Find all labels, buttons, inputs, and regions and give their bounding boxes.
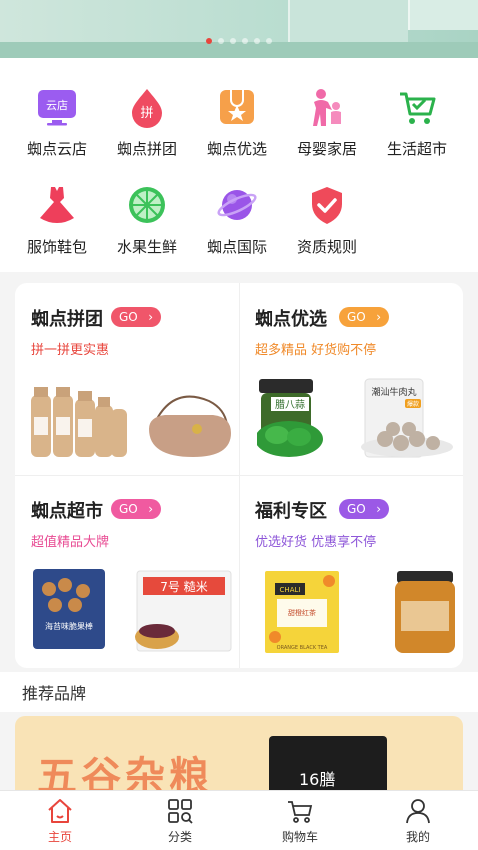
svg-text:云店: 云店 (46, 98, 68, 112)
svg-text:爆款: 爆款 (407, 400, 419, 408)
tab-label: 我的 (405, 830, 430, 844)
brand-product-text: 16膳 (299, 770, 336, 789)
promo-title: 蜘点超市 (31, 501, 103, 522)
category-label: 蜘点云店 (26, 140, 87, 158)
chevron-right-icon: › (376, 502, 381, 516)
category-preferred[interactable]: 蜘点优选 (192, 84, 282, 159)
section-title: 推荐品牌 (22, 684, 87, 703)
category-grid: 云店 蜘点云店 拼 蜘点拼团 蜘点优选 母婴家居 生活超市 服饰鞋包 水果生鲜 … (0, 58, 478, 272)
mother-baby-icon (304, 84, 350, 130)
product-image-pickle-and-meatballs: 腊八蒜 潮汕牛肉丸 爆款 (257, 378, 453, 458)
svg-text:甜橙红茶: 甜橙红茶 (288, 608, 316, 617)
category-label: 资质规则 (296, 238, 357, 256)
banner-decor (408, 0, 478, 30)
svg-text:CHALI: CHALI (280, 586, 301, 594)
go-button[interactable]: GO › (111, 499, 161, 519)
carousel-dot[interactable] (218, 38, 224, 44)
fruit-icon (124, 182, 170, 228)
category-label: 母婴家居 (296, 140, 357, 158)
tab-label: 主页 (47, 830, 72, 844)
promo-title: 福利专区 (255, 501, 327, 522)
promo-group-buy[interactable]: 蜘点拼团 GO › 拼一拼更实惠 (15, 283, 239, 475)
promo-card: 蜘点拼团 GO › 拼一拼更实惠 蜘点优选 GO › 超多精品 好货购不停 腊八… (15, 283, 463, 668)
promo-subtitle: 优选好货 优惠享不停 (255, 535, 377, 550)
category-label: 服饰鞋包 (26, 238, 87, 256)
dress-icon (34, 182, 80, 228)
promo-supermarket[interactable]: 蜘点超市 GO › 超值精品大牌 海苔味脆果棒 7号 糙米 (15, 475, 239, 667)
tab-cart[interactable]: 购物车 (260, 797, 340, 845)
product-image-tea-and-honey: CHALI 甜橙红茶 ORANGE BLACK TEA (265, 571, 455, 653)
svg-text:潮汕牛肉丸: 潮汕牛肉丸 (371, 386, 416, 398)
category-group-buy[interactable]: 拼 蜘点拼团 (102, 84, 192, 159)
tab-category[interactable]: 分类 (140, 797, 220, 845)
carousel-indicator (0, 38, 478, 44)
tab-label: 购物车 (281, 830, 318, 844)
bottom-tab-bar: 主页 分类 购物车 我的 (0, 790, 478, 850)
promo-welfare[interactable]: 福利专区 GO › 优选好货 优惠享不停 CHALI 甜橙红茶 ORANGE BL… (239, 475, 463, 667)
tab-home[interactable]: 主页 (20, 797, 100, 845)
preferred-icon (214, 84, 260, 130)
svg-text:ORANGE BLACK TEA: ORANGE BLACK TEA (277, 645, 328, 651)
go-button[interactable]: GO › (111, 307, 161, 327)
cart-icon (260, 797, 340, 825)
product-image-snack-and-rice: 海苔味脆果棒 7号 糙米 (33, 569, 232, 652)
banner-decor (288, 0, 408, 42)
brand-banner-text: 五谷杂粮 (37, 754, 213, 796)
category-mother-baby[interactable]: 母婴家居 (282, 84, 372, 159)
tab-label: 分类 (167, 830, 192, 844)
category-icon (140, 797, 220, 825)
chevron-right-icon: › (148, 310, 153, 324)
category-apparel[interactable]: 服饰鞋包 (12, 182, 102, 257)
promo-preferred[interactable]: 蜘点优选 GO › 超多精品 好货购不停 腊八蒜 潮汕牛肉丸 爆款 (239, 283, 463, 475)
category-supermarket[interactable]: 生活超市 (372, 84, 462, 159)
carousel-dot[interactable] (206, 38, 212, 44)
tab-profile[interactable]: 我的 (378, 797, 458, 845)
svg-text:拼: 拼 (140, 106, 153, 121)
svg-text:海苔味脆果棒: 海苔味脆果棒 (45, 621, 93, 631)
category-fruit[interactable]: 水果生鲜 (102, 182, 192, 257)
category-label: 生活超市 (386, 140, 447, 158)
cloud-store-icon: 云店 (34, 84, 80, 130)
go-button[interactable]: GO › (339, 499, 389, 519)
promo-title: 蜘点拼团 (31, 309, 103, 330)
carousel-dot[interactable] (254, 38, 260, 44)
supermarket-cart-icon (394, 84, 440, 130)
category-label: 蜘点拼团 (116, 140, 177, 158)
product-image-milk-tea-bottles (31, 387, 231, 457)
category-cloud-store[interactable]: 云店 蜘点云店 (12, 84, 102, 159)
promo-subtitle: 拼一拼更实惠 (31, 343, 110, 358)
planet-icon (214, 182, 260, 228)
carousel-dot[interactable] (242, 38, 248, 44)
promo-subtitle: 超值精品大牌 (31, 535, 110, 550)
banner-decor (0, 42, 478, 58)
section-header-brands: 推荐品牌 (0, 672, 478, 712)
brand-banner[interactable]: 五谷杂粮 16膳 (15, 716, 463, 796)
chevron-right-icon: › (148, 502, 153, 516)
home-icon (20, 797, 100, 825)
top-banner-carousel[interactable] (0, 0, 478, 58)
brand-product-image: 16膳 (269, 736, 387, 796)
category-label: 水果生鲜 (116, 238, 177, 256)
promo-title: 蜘点优选 (255, 309, 327, 330)
category-label: 蜘点国际 (206, 238, 267, 256)
shield-check-icon (304, 182, 350, 228)
profile-icon (378, 797, 458, 825)
carousel-dot[interactable] (230, 38, 236, 44)
category-qualification[interactable]: 资质规则 (282, 182, 372, 257)
chevron-right-icon: › (376, 310, 381, 324)
svg-text:7号 糙米: 7号 糙米 (160, 580, 207, 594)
category-label: 蜘点优选 (206, 140, 267, 158)
go-button[interactable]: GO › (339, 307, 389, 327)
group-buy-icon: 拼 (124, 84, 170, 130)
promo-subtitle: 超多精品 好货购不停 (255, 343, 377, 358)
carousel-dot[interactable] (266, 38, 272, 44)
category-international[interactable]: 蜘点国际 (192, 182, 282, 257)
svg-text:腊八蒜: 腊八蒜 (275, 399, 305, 411)
